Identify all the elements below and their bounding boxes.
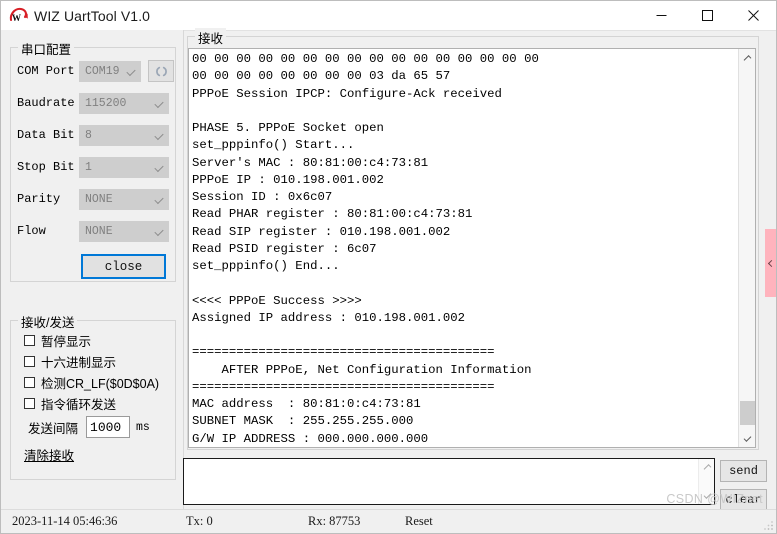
stop-bit-row: Stop Bit 1 (17, 156, 169, 178)
baudrate-value: 115200 (85, 96, 127, 110)
baudrate-label: Baudrate (17, 96, 75, 110)
chevron-down-icon (703, 491, 711, 499)
loop-send-label: 指令循环发送 (41, 397, 117, 412)
chevron-down-icon (154, 98, 164, 109)
close-button[interactable] (730, 1, 776, 30)
clear-receive-link[interactable]: 清除接收 (24, 445, 74, 464)
flow-select[interactable]: NONE (79, 220, 169, 242)
app-window: W WIZ UartTool V1.0 串口配置 COM Port COM19 (0, 0, 777, 534)
stop-bit-value: 1 (85, 160, 92, 174)
chevron-down-icon (743, 433, 752, 442)
resize-grip[interactable] (762, 519, 774, 531)
left-config-panel: 串口配置 COM Port COM19 Baudrate 115200 Data… (1, 30, 184, 511)
status-bar: 2023-11-14 05:46:36 Tx: 0 Rx: 87753 Rese… (1, 509, 776, 533)
pause-display-checkbox[interactable] (24, 334, 35, 346)
chevron-left-icon (767, 259, 775, 267)
window-controls (638, 1, 776, 30)
chevron-down-icon (154, 226, 164, 237)
close-port-button[interactable]: close (81, 254, 166, 279)
loop-send-checkbox-row[interactable]: 指令循环发送 (24, 394, 116, 412)
chevron-down-icon (154, 162, 164, 173)
svg-text:W: W (12, 13, 21, 23)
send-interval-label: 发送间隔 (28, 421, 79, 436)
loop-send-checkbox[interactable] (24, 397, 35, 409)
rxtx-options-title: 接收/发送 (18, 312, 78, 331)
parity-row: Parity NONE (17, 188, 169, 210)
parity-value: NONE (85, 192, 113, 206)
title-bar: W WIZ UartTool V1.0 (1, 1, 776, 31)
maximize-button[interactable] (684, 1, 730, 30)
receive-group: 接收 00 00 00 00 00 00 00 00 00 00 00 00 0… (187, 28, 759, 450)
stop-bit-select[interactable]: 1 (79, 156, 169, 178)
stop-bit-label: Stop Bit (17, 160, 75, 174)
status-datetime: 2023-11-14 05:46:36 (12, 514, 118, 528)
send-scroll-down-button[interactable] (699, 488, 715, 504)
side-panel-toggle[interactable] (765, 229, 776, 297)
chevron-up-icon (743, 54, 752, 63)
send-input-text[interactable] (184, 459, 698, 504)
hex-display-checkbox[interactable] (24, 355, 35, 367)
com-port-select[interactable]: COM19 (79, 60, 141, 82)
data-bit-value: 8 (85, 128, 92, 142)
flow-row: Flow NONE (17, 220, 169, 242)
com-port-value: COM19 (85, 64, 120, 78)
data-bit-select[interactable]: 8 (79, 124, 169, 146)
serial-config-group: 串口配置 COM Port COM19 Baudrate 115200 Data… (10, 39, 176, 282)
chevron-down-icon (154, 194, 164, 205)
receive-scroll-thumb[interactable] (740, 401, 755, 425)
baudrate-select[interactable]: 115200 (79, 92, 169, 114)
parity-label: Parity (17, 192, 61, 206)
data-bit-row: Data Bit 8 (17, 124, 169, 146)
refresh-ports-button[interactable] (148, 60, 174, 82)
send-scrollbar[interactable] (698, 459, 714, 504)
receive-text: 00 00 00 00 00 00 00 00 00 00 00 00 00 0… (192, 52, 539, 446)
com-port-label: COM Port (17, 64, 75, 78)
hex-display-checkbox-row[interactable]: 十六进制显示 (24, 352, 116, 370)
detect-crlf-checkbox[interactable] (24, 376, 35, 388)
detect-crlf-checkbox-row[interactable]: 检测CR_LF($0D$0A) (24, 373, 159, 391)
receive-scroll-down-button[interactable] (739, 430, 755, 447)
status-rx-count: Rx: 87753 (308, 514, 361, 528)
pause-display-label: 暂停显示 (41, 334, 92, 349)
flow-value: NONE (85, 224, 113, 238)
minimize-button[interactable] (638, 1, 684, 30)
send-scroll-up-button[interactable] (699, 459, 715, 475)
connect-toggle-wrap: close (81, 254, 166, 279)
send-interval-unit: ms (136, 420, 150, 434)
window-title: WIZ UartTool V1.0 (34, 7, 151, 24)
wiznet-w-logo-icon: W (8, 6, 30, 26)
com-port-row: COM Port COM19 (17, 60, 174, 82)
parity-select[interactable]: NONE (79, 188, 169, 210)
chevron-down-icon (126, 66, 136, 77)
send-input-box[interactable] (183, 458, 715, 505)
detect-crlf-label: 检测CR_LF($0D$0A) (41, 376, 160, 391)
rxtx-options-group: 接收/发送 暂停显示 十六进制显示 检测CR_LF($0D$0A) 指令循环发送… (10, 312, 176, 480)
hex-display-label: 十六进制显示 (41, 355, 117, 370)
send-interval-row: 发送间隔 1000 ms (28, 415, 150, 439)
chevron-up-icon (703, 464, 711, 472)
receive-console[interactable]: 00 00 00 00 00 00 00 00 00 00 00 00 00 0… (188, 48, 756, 448)
receive-title: 接收 (195, 28, 227, 47)
clear-button[interactable]: clear (720, 489, 767, 511)
status-reset-button[interactable]: Reset (405, 514, 433, 529)
send-button[interactable]: send (720, 460, 767, 482)
serial-config-title: 串口配置 (18, 39, 75, 58)
baudrate-row: Baudrate 115200 (17, 92, 169, 114)
pause-display-checkbox-row[interactable]: 暂停显示 (24, 331, 91, 349)
receive-scroll-up-button[interactable] (739, 49, 755, 66)
refresh-icon (155, 66, 167, 76)
receive-scrollbar[interactable] (738, 49, 755, 447)
flow-label: Flow (17, 224, 46, 238)
status-tx-count: Tx: 0 (186, 514, 213, 528)
chevron-down-icon (154, 130, 164, 141)
data-bit-label: Data Bit (17, 128, 75, 142)
send-interval-input[interactable]: 1000 (86, 416, 131, 438)
